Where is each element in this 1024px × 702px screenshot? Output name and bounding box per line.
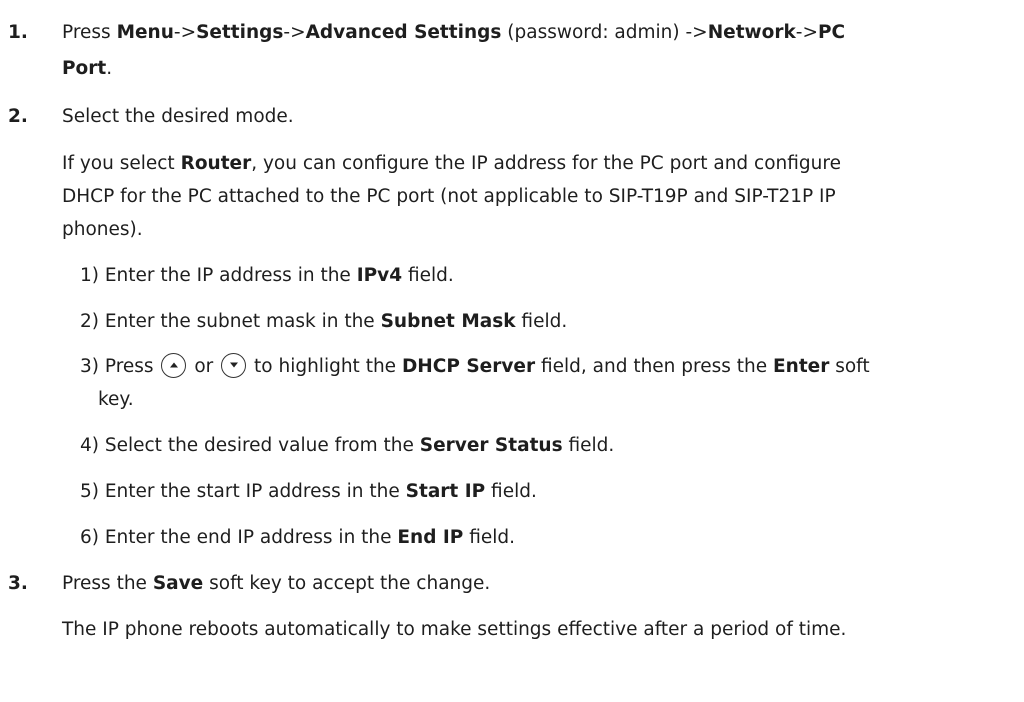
text-run: 1) Enter the IP address in the — [80, 265, 357, 286]
text-run: to highlight the — [248, 356, 402, 377]
step-number: 3. — [8, 573, 28, 594]
text-run: 5) Enter the start IP address in the — [80, 481, 406, 502]
step-1-line-1: Press Menu->Settings->Advanced Settings … — [62, 20, 845, 46]
text-run: -> — [283, 22, 306, 43]
bold-term: PC — [817, 22, 846, 43]
substep-3-part-b: or — [188, 356, 219, 377]
substep-6: 6) Enter the end IP address in the End I… — [80, 525, 515, 551]
text-run: Press — [62, 22, 117, 43]
substep-3-part-a: 3) Press — [80, 356, 159, 377]
up-arrow-key-icon — [161, 352, 187, 378]
substep-5: 5) Enter the start IP address in the Sta… — [80, 479, 537, 505]
bold-term: Subnet Mask — [380, 311, 516, 332]
substep-3-part-c: to highlight the DHCP Server field, and … — [248, 356, 870, 377]
bold-term: Port — [62, 58, 107, 79]
text-run: Select the desired mode. — [62, 106, 294, 127]
substep-3-continuation: key. — [98, 387, 134, 413]
substep-4: 4) Select the desired value from the Ser… — [80, 433, 614, 459]
step-number: 2. — [8, 106, 28, 127]
bold-term: IPv4 — [356, 265, 403, 286]
text-run: (password: admin) -> — [501, 22, 708, 43]
substep-2: 2) Enter the subnet mask in the Subnet M… — [80, 309, 567, 335]
bold-term: Network — [707, 22, 796, 43]
bold-term: Advanced Settings — [305, 22, 502, 43]
text-run: -> — [173, 22, 197, 43]
bold-term: Settings — [196, 22, 284, 43]
text-run: 6) Enter the end IP address in the — [80, 527, 398, 548]
text-run: . — [106, 58, 113, 79]
text-run: , you can configure the IP address for t… — [251, 153, 841, 174]
text-run: field. — [562, 435, 615, 456]
text-run: field. — [485, 481, 537, 502]
bold-term: Save — [152, 573, 204, 594]
down-arrow-key-icon — [221, 352, 247, 378]
text-run: field. — [463, 527, 516, 548]
bold-term: Server Status — [419, 435, 563, 456]
text-run: field. — [515, 311, 568, 332]
text-run: field, and then press the — [535, 356, 774, 377]
substep-3: 3) Press or to highlight the DHCP Server… — [80, 352, 870, 380]
text-run: phones). — [62, 219, 143, 240]
text-run: The IP phone reboots automatically to ma… — [62, 619, 847, 640]
step-3-note: The IP phone reboots automatically to ma… — [62, 617, 846, 643]
text-run: key. — [98, 389, 134, 410]
bold-term: Router — [180, 153, 252, 174]
step-3-line-1: Press the Save soft key to accept the ch… — [62, 571, 490, 597]
substep-1: 1) Enter the IP address in the IPv4 fiel… — [80, 263, 454, 289]
text-run: 3) Press — [80, 356, 160, 377]
text-run: -> — [795, 22, 818, 43]
bold-term: Menu — [116, 22, 174, 43]
bold-term: DHCP Server — [401, 356, 536, 377]
router-para-line-1: If you select Router, you can configure … — [62, 151, 841, 177]
step-2-line-1: Select the desired mode. — [62, 104, 294, 130]
text-run: soft key to accept the change. — [203, 573, 491, 594]
step-number: 1. — [8, 22, 28, 43]
bold-term: Start IP — [405, 481, 486, 502]
text-run: or — [188, 356, 220, 377]
text-run: If you select — [62, 153, 181, 174]
step-1-line-2: Port. — [62, 56, 112, 82]
document-page: 1. Press Menu->Settings->Advanced Settin… — [0, 0, 1024, 702]
text-run: soft — [829, 356, 870, 377]
text-run: DHCP for the PC attached to the PC port … — [62, 186, 836, 207]
bold-term: Enter — [773, 356, 830, 377]
router-para-line-3: phones). — [62, 217, 143, 243]
text-run: 4) Select the desired value from the — [80, 435, 420, 456]
text-run: 2) Enter the subnet mask in the — [80, 311, 381, 332]
text-run: field. — [402, 265, 454, 286]
bold-term: End IP — [397, 527, 464, 548]
router-para-line-2: DHCP for the PC attached to the PC port … — [62, 184, 836, 210]
text-run: Press the — [62, 573, 153, 594]
